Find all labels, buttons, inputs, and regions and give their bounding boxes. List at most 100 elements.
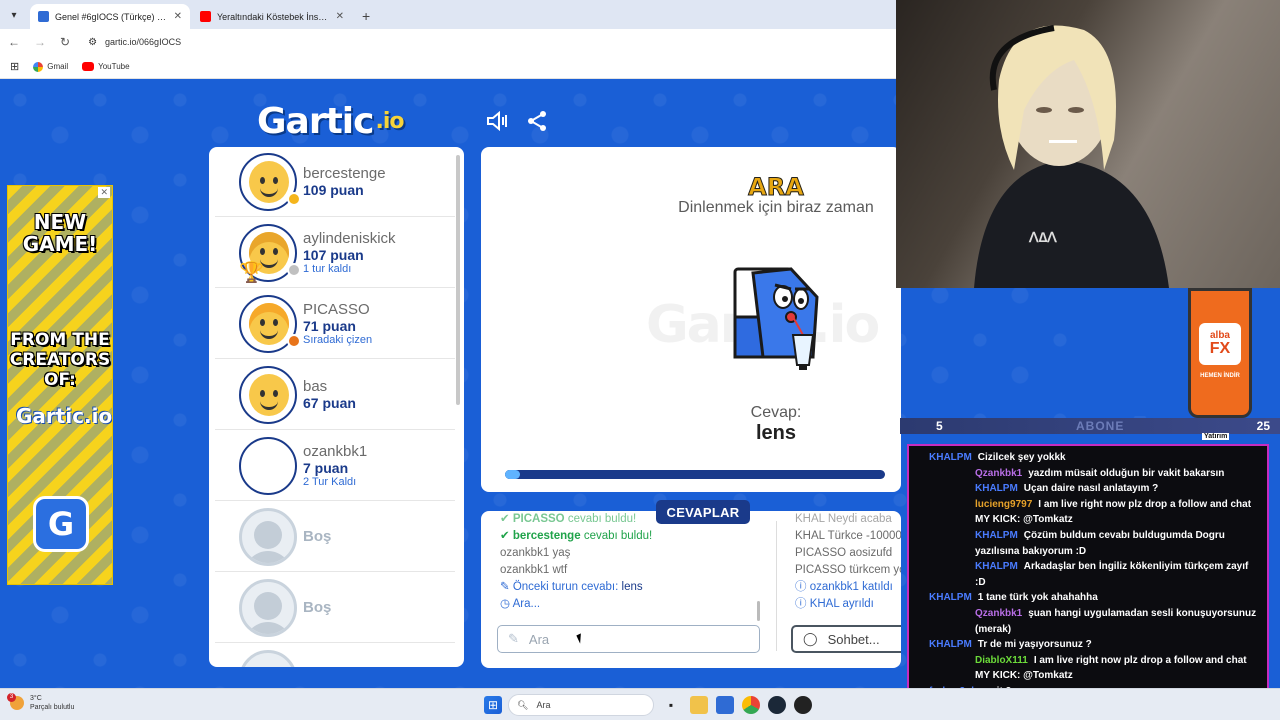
player-score: 107 puan <box>303 246 364 263</box>
chat-username: DiabloX111 <box>975 654 1028 666</box>
sub-goal-current: 5 <box>936 419 943 433</box>
new-tab-icon[interactable]: + <box>362 8 370 24</box>
weather-condition: Parçalı bulutlu <box>30 704 75 711</box>
sub-goal-target: 25 <box>1256 419 1270 433</box>
bookmark-youtube[interactable]: YouTube <box>82 62 130 71</box>
taskbar-search[interactable]: 🔍︎ Ara <box>508 694 654 716</box>
ad-close-icon[interactable]: ✕ <box>98 187 110 198</box>
answer-input-placeholder: Ara <box>528 631 550 647</box>
svg-text:ꓥ∆ꓥ: ꓥ∆ꓥ <box>1028 229 1057 245</box>
status-dot <box>287 263 301 277</box>
address-bar[interactable]: ⚙ gartic.io/066gIOCS <box>84 32 645 52</box>
status-dot <box>287 334 301 348</box>
empty-avatar <box>239 578 297 637</box>
answer-input[interactable]: ✎ Ara <box>497 625 760 653</box>
tab-youtube[interactable]: Yeraltındaki Köstebek İnsanlar'ı ✕ <box>192 4 352 29</box>
chat-username: KHALPM <box>975 561 1018 573</box>
notification-badge: 3 <box>7 693 16 702</box>
trophy-icon: 🏆 <box>239 262 264 284</box>
store-icon[interactable] <box>716 696 734 714</box>
steam-icon[interactable] <box>768 696 786 714</box>
sponsor-logo: alba FX <box>1199 323 1241 365</box>
empty-avatar <box>239 650 297 667</box>
weather-widget[interactable]: 3 3°C Parçalı bulutlu <box>7 693 75 712</box>
gartic-logo[interactable]: Gartic .io <box>257 100 405 142</box>
start-icon[interactable]: ⊞ <box>484 696 502 714</box>
site-info-icon[interactable]: ⚙ <box>88 37 97 48</box>
chrome-icon[interactable] <box>742 696 760 714</box>
ad-headline-1: NEW <box>33 210 87 234</box>
players-scrollbar[interactable] <box>456 155 460 405</box>
answer-row: ozankbk1 yaş <box>500 547 571 559</box>
stream-chat-message: KHALPM Uçan daire nasıl anlatayım ? <box>915 481 1261 497</box>
sponsor-cta: HEMEN İNDİR <box>1200 373 1240 379</box>
answer-label: Cevap: <box>750 404 802 421</box>
player-row[interactable]: ozankbk1 7 puan 2 Tur Kaldı <box>215 431 455 501</box>
player-row[interactable]: bas 67 puan <box>215 360 455 430</box>
tab-list-icon[interactable]: ▾ <box>6 7 22 23</box>
bookmark-label: Gmail <box>47 62 69 71</box>
advertisement[interactable]: ✕ NEW GAME! FROM THE CREATORS OF: Gartic… <box>7 185 113 585</box>
webcam-feed: ꓥ∆ꓥ <box>896 0 1280 288</box>
chat-username: lucieng9797 <box>975 498 1033 510</box>
back-icon[interactable]: ← <box>8 35 20 49</box>
stream-chat-message: KHALPM Cizilcek şey yokkk <box>915 450 1261 466</box>
drawing-board[interactable]: Gartic.io ARA Dinlenmek için biraz zaman… <box>481 147 901 492</box>
close-tab-icon[interactable]: ✕ <box>174 11 182 22</box>
url-text: gartic.io/066gIOCS <box>105 37 182 47</box>
screen: ▾ Genel #6gIOCS (Türkçe) - Gartic ✕ Yera… <box>0 0 1280 720</box>
chat-text: Uçan daire nasıl anlatayım ? <box>1023 483 1159 495</box>
forward-icon[interactable]: → <box>34 35 46 49</box>
chat-input[interactable]: ◯ Sohbet... <box>791 625 901 653</box>
player-row[interactable]: PICASSO 71 puan Sıradaki çizen <box>215 289 455 359</box>
chat-row: KHAL Türkce -10000 <box>795 530 901 542</box>
player-note: 1 tur kaldı <box>303 262 352 275</box>
task-view-icon[interactable]: ▪ <box>662 696 680 714</box>
youtube-favicon-icon <box>200 11 211 22</box>
empty-avatar <box>239 507 297 566</box>
windows-taskbar: 3 3°C Parçalı bulutlu ⊞ 🔍︎ Ara ▪ <box>0 688 1280 720</box>
stream-chat-message: Qzankbk1 yazdım müsait olduğun bir vakit … <box>915 466 1261 482</box>
reload-icon[interactable]: ↻ <box>60 35 70 49</box>
stream-chat-message: Qzankbk1 şuan hangi uygulamadan sesli kon… <box>915 606 1261 637</box>
chat-column: KHAL Neydi acaba KHAL Türkce -10000 PICA… <box>795 513 901 613</box>
chat-row: PICASSO türkcem yok <box>795 564 901 576</box>
round-title: ARA <box>748 173 805 202</box>
round-progress-fill <box>505 470 521 479</box>
ad-headline-3: FROM THE <box>10 330 110 350</box>
apps-icon[interactable]: ⊞ <box>10 60 19 73</box>
stream-chat-message: KHALPM Arkadaşlar ben İngiliz kökenliyim … <box>915 559 1261 590</box>
app-icon[interactable] <box>794 696 812 714</box>
chat-row: KHAL Neydi acaba <box>795 513 892 525</box>
answer-row: ✔ PICASSO cevabı buldu! <box>500 513 637 525</box>
sponsor-caption: Yatırım <box>1202 433 1230 440</box>
answers-scrollbar[interactable] <box>757 601 760 621</box>
ad-headline-2: GAME! <box>22 232 98 256</box>
tab-gartic[interactable]: Genel #6gIOCS (Türkçe) - Gartic ✕ <box>30 4 190 29</box>
chat-username: Qzankbk1 <box>975 607 1023 619</box>
stream-chat-message: DiabloX111 I am live right now plz drop a… <box>915 653 1261 684</box>
chat-username: Qzankbk1 <box>975 467 1023 479</box>
ad-app-icon: G <box>33 496 89 552</box>
empty-slot-label: Boş <box>303 527 332 545</box>
info-icon: ⓘ <box>795 598 810 610</box>
empty-slot-label: Boş <box>303 598 332 616</box>
sub-goal-label: ABONE <box>1076 419 1125 433</box>
chat-text: Tr de mi yaşıyorsunuz ? <box>977 639 1092 651</box>
file-explorer-icon[interactable] <box>690 696 708 714</box>
player-name: bercestenge <box>303 164 386 182</box>
chat-input-placeholder: Sohbet... <box>827 631 880 647</box>
stream-chat-overlay: KHALPM Cizilcek şey yokkk Qzankbk1 yazdım m… <box>907 444 1269 716</box>
sound-icon[interactable] <box>485 108 511 134</box>
close-tab-icon[interactable]: ✕ <box>336 11 344 22</box>
stream-chat-message: KHALPM Tr de mi yaşıyorsunuz ? <box>915 637 1261 653</box>
player-row[interactable]: 🏆 aylindeniskick 107 puan 1 tur kaldı <box>215 218 455 288</box>
share-icon[interactable] <box>524 108 550 134</box>
pencil-icon: ✎ <box>508 631 519 646</box>
check-icon: ✔ <box>500 530 513 542</box>
player-row[interactable]: bercestenge 109 puan <box>215 147 455 217</box>
bookmark-gmail[interactable]: Gmail <box>33 61 69 72</box>
answers-tab-button[interactable]: CEVAPLAR <box>656 500 750 524</box>
sponsor-banner[interactable]: alba FX HEMEN İNDİR <box>1188 288 1252 418</box>
search-hint-row[interactable]: ◷ Ara... <box>500 596 652 613</box>
